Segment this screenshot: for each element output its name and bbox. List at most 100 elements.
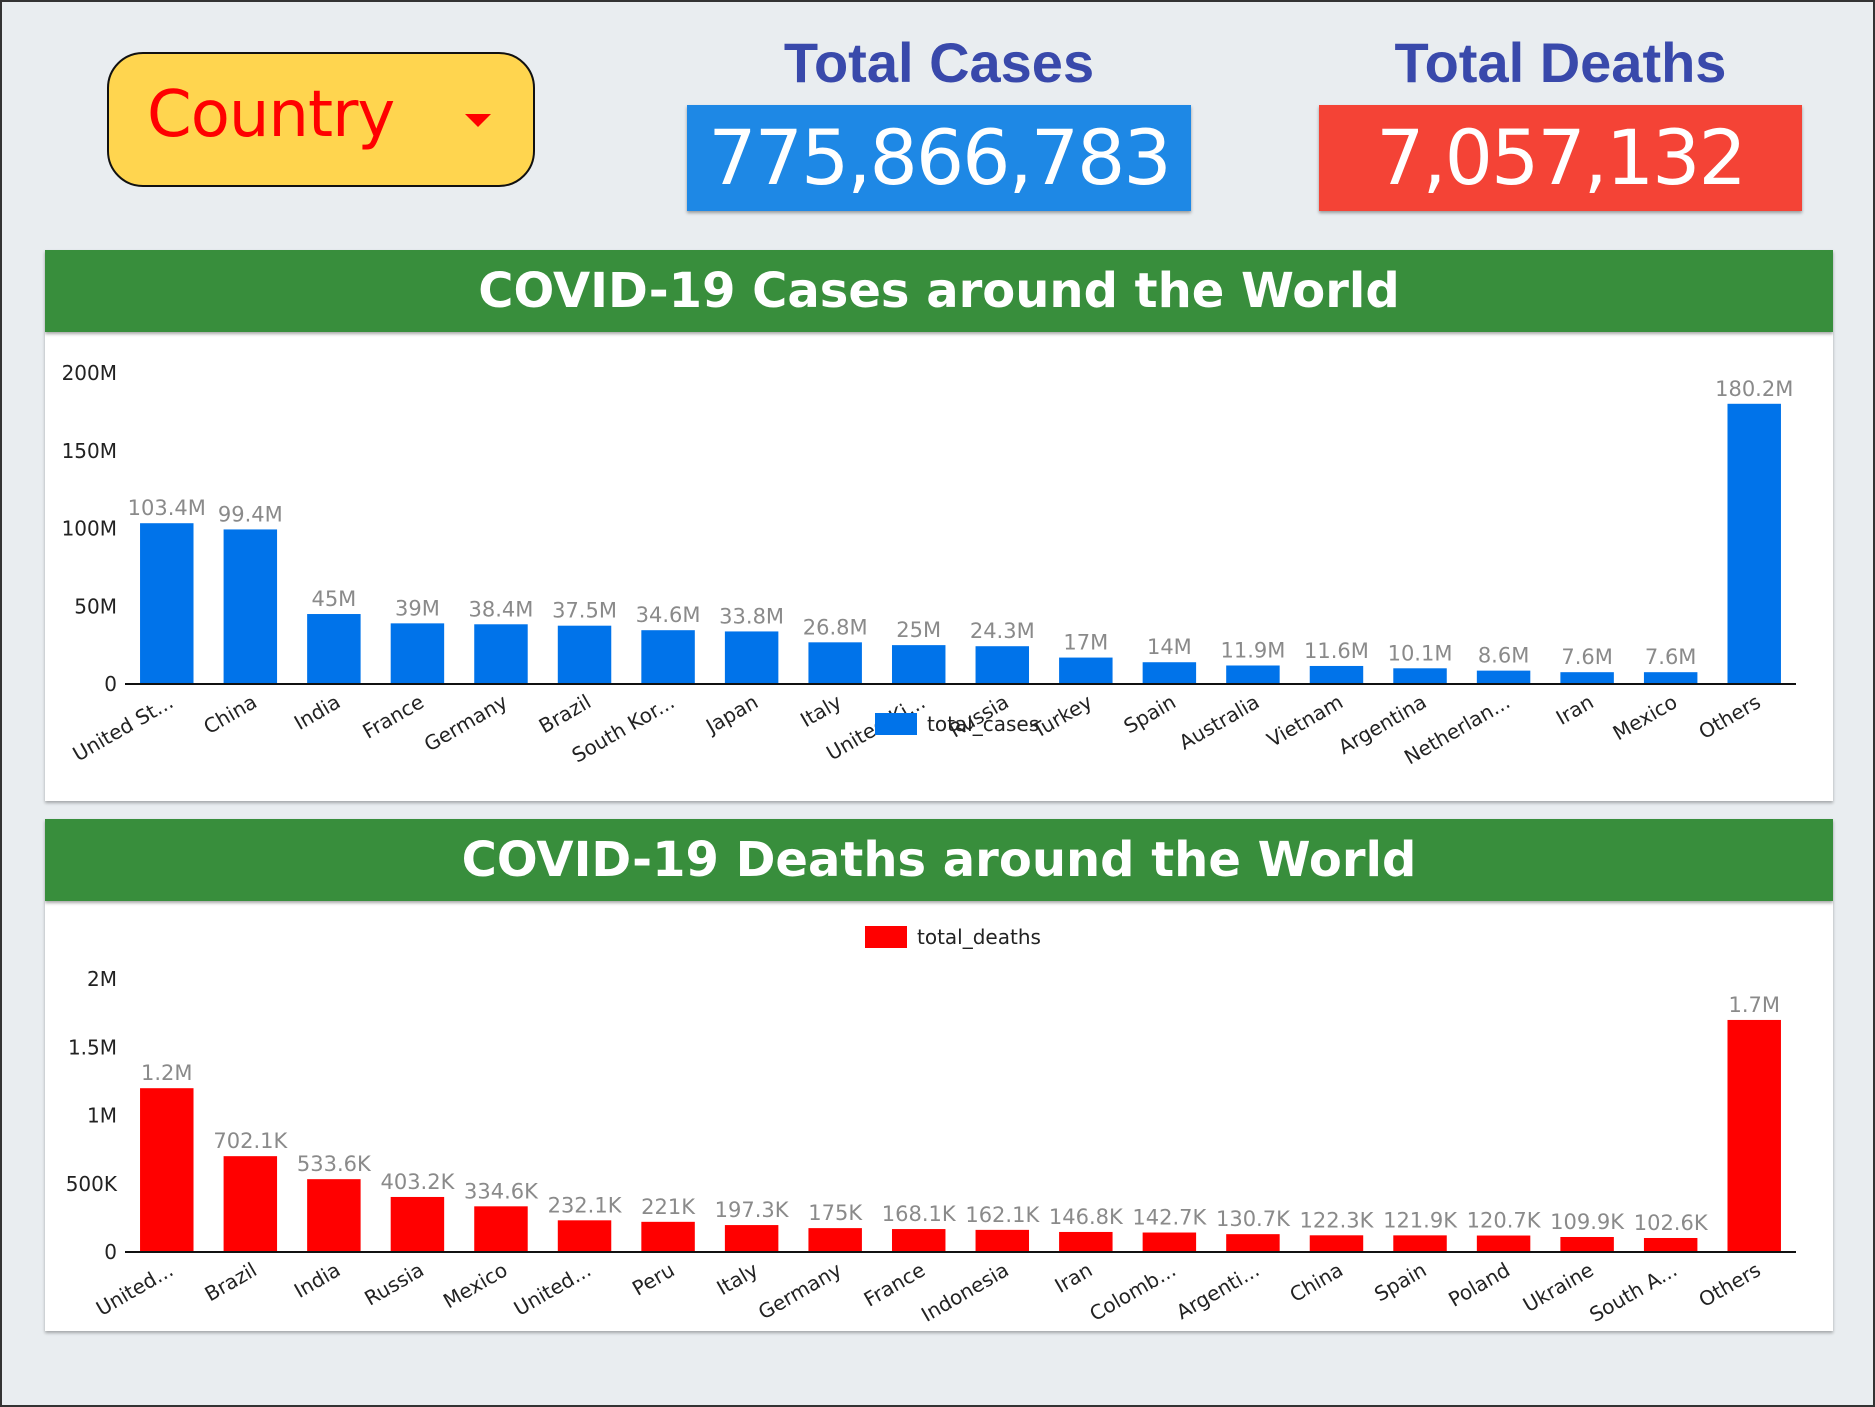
bar (223, 529, 278, 684)
x-tick-label: United... (92, 1258, 177, 1321)
x-tick-label: China (199, 690, 260, 739)
data-label: 168.1K (882, 1202, 957, 1226)
data-label: 142.7K (1132, 1206, 1207, 1230)
bar (390, 623, 445, 684)
bar (641, 1221, 695, 1252)
x-tick-label: Australia (1175, 690, 1264, 755)
data-label: 24.3M (970, 619, 1035, 643)
data-label: 221K (641, 1195, 696, 1219)
bar (1476, 1235, 1531, 1252)
bar (724, 631, 779, 684)
data-label: 33.8M (719, 604, 784, 628)
bar (140, 1088, 194, 1252)
bar (1643, 1237, 1698, 1252)
country-filter-dropdown[interactable]: Country (107, 52, 535, 187)
total-deaths-title: Total Deaths (1394, 31, 1727, 94)
cases-chart-panel: 0 50M 100M 150M 200M 103.4M United St... 99.4M C… (45, 332, 1833, 801)
deaths-section-header: COVID-19 Deaths around the World (45, 819, 1833, 901)
bar (390, 1196, 445, 1252)
x-tick-label: Others (1695, 690, 1765, 744)
bar (307, 614, 361, 684)
data-label: 17M (1063, 631, 1108, 655)
bar (1059, 657, 1113, 684)
data-label: 34.6M (636, 603, 701, 627)
legend-label: total_cases (927, 712, 1039, 736)
x-tick-label: Spain (1370, 1258, 1430, 1307)
bar (808, 642, 862, 684)
bar (557, 625, 612, 684)
x-tick-label: Germany (754, 1257, 846, 1324)
bar (140, 523, 194, 684)
data-label: 10.1M (1388, 641, 1453, 665)
x-tick-label: India (290, 690, 345, 735)
x-tick-label: Italy (796, 689, 846, 732)
bar (808, 1228, 862, 1252)
x-tick-label: Brazil (200, 1258, 260, 1307)
total-deaths-value: 7,057,132 (1319, 105, 1802, 211)
deaths-bar-chart: 0 500K 1M 1.5M 2M 1.2M United... 702.1K Brazil 53… (66, 925, 1796, 1327)
bar (1226, 1234, 1280, 1252)
x-tick-label: Italy (713, 1257, 763, 1300)
bar (1309, 665, 1364, 684)
data-label: 130.7K (1216, 1207, 1291, 1231)
cases-bar-chart: 0 50M 100M 150M 200M 103.4M United St... 99.4M C… (62, 361, 1796, 769)
data-label: 702.1K (213, 1129, 288, 1153)
y-tick-label: 150M (62, 439, 117, 463)
bar (474, 1206, 528, 1252)
y-tick-label: 200M (62, 361, 117, 385)
y-tick-label: 0 (104, 672, 117, 696)
legend-swatch (865, 926, 907, 948)
bar (1309, 1235, 1364, 1252)
total-cases-value: 775,866,783 (687, 105, 1191, 211)
data-label: 533.6K (297, 1152, 372, 1176)
bar (307, 1179, 361, 1252)
x-tick-label: Mexico (1609, 690, 1681, 746)
data-label: 45M (311, 587, 356, 611)
data-label: 7.6M (1645, 645, 1697, 669)
data-label: 175K (808, 1201, 863, 1225)
bar (641, 630, 695, 684)
data-label: 38.4M (469, 597, 534, 621)
bar (1393, 1235, 1447, 1252)
bar (223, 1156, 278, 1252)
bar (1727, 403, 1781, 684)
x-tick-label: India (290, 1258, 345, 1303)
data-label: 26.8M (803, 615, 868, 639)
x-tick-label: France (860, 1258, 930, 1312)
legend-label: total_deaths (917, 925, 1041, 949)
bar (1643, 672, 1698, 684)
bar (891, 645, 946, 684)
data-label: 403.2K (380, 1170, 455, 1194)
bar (1059, 1231, 1113, 1252)
y-tick-label: 1.5M (68, 1035, 117, 1059)
data-label: 25M (896, 618, 941, 642)
x-tick-label: South A... (1585, 1258, 1681, 1327)
caret-down-icon (465, 114, 491, 127)
data-label: 14M (1147, 635, 1192, 659)
y-tick-label: 100M (62, 517, 117, 541)
bar (975, 646, 1030, 684)
data-label: 11.6M (1304, 639, 1369, 663)
data-label: 39M (395, 596, 440, 620)
data-label: 232.1K (548, 1193, 623, 1217)
x-tick-label: Others (1695, 1258, 1765, 1312)
x-tick-label: Poland (1444, 1258, 1514, 1312)
x-tick-label: Spain (1119, 690, 1179, 739)
x-tick-label: United... (510, 1258, 595, 1321)
y-tick-label: 2M (87, 967, 117, 991)
x-tick-label: Japan (700, 690, 762, 740)
data-label: 122.3K (1300, 1208, 1375, 1232)
y-tick-label: 50M (74, 594, 117, 618)
bar (1393, 668, 1447, 684)
x-tick-label: Colomb... (1085, 1258, 1179, 1326)
data-label: 102.6K (1634, 1211, 1709, 1235)
data-label: 37.5M (552, 599, 617, 623)
y-tick-label: 1M (87, 1104, 117, 1128)
data-label: 334.6K (464, 1179, 539, 1203)
data-label: 7.6M (1561, 645, 1613, 669)
data-label: 109.9K (1550, 1210, 1625, 1234)
data-label: 162.1K (965, 1203, 1040, 1227)
x-tick-label: Indonesia (917, 1258, 1013, 1327)
x-tick-label: United St... (69, 690, 178, 767)
bar (1560, 1236, 1614, 1252)
